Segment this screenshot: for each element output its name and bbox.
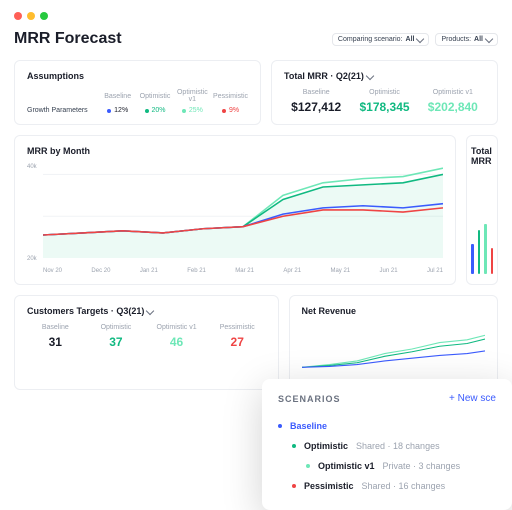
col-optimistic: Optimistic [88, 324, 145, 331]
card-title: MRR by Month [27, 146, 443, 156]
scenario-item[interactable]: Optimistic v1 Private · 3 changes [306, 456, 496, 476]
comparing-scenario-select[interactable]: Comparing scenario: All [332, 33, 430, 46]
close-dot[interactable] [14, 12, 22, 20]
scenario-meta: Private · 3 changes [383, 461, 461, 471]
y-tick: 20k [27, 256, 41, 262]
scenario-meta: Shared · 16 changes [362, 481, 446, 491]
bar-optimistic-v1 [484, 224, 487, 274]
customers-card: Customers Targets · Q3(21) Baseline Opti… [14, 295, 279, 390]
bar-baseline [471, 244, 474, 274]
val-baseline: 12% [114, 107, 128, 114]
comparing-label: Comparing scenario: [338, 36, 403, 43]
val-optimistic: 37 [88, 335, 145, 349]
chevron-down-icon [416, 35, 424, 43]
products-label: Products: [441, 36, 471, 43]
x-tick: Jul 21 [427, 268, 443, 274]
scenario-meta: Shared · 18 changes [356, 441, 440, 451]
val-baseline: 31 [27, 335, 84, 349]
card-title: Assumptions [27, 71, 248, 81]
bar-optimistic [478, 230, 481, 274]
scenario-name: Baseline [290, 421, 327, 431]
scenario-item[interactable]: Baseline [278, 416, 496, 436]
popup-title: Scenarios [278, 394, 341, 404]
col-optimistic: Optimistic [352, 89, 416, 96]
mrr-line-chart: 40k 20k Nov 20 Dec 20 Jan 21 Feb 21 [27, 164, 443, 274]
comparing-value: All [406, 36, 415, 43]
col-optimistic-v1: Optimistic v1 [421, 89, 485, 96]
val-optimistic-v1: 25% [189, 107, 203, 114]
val-pessimistic: 9% [229, 107, 239, 114]
new-scenario-button[interactable]: + New sce [449, 393, 496, 404]
val-baseline: $127,412 [284, 100, 348, 114]
chevron-down-icon [366, 72, 374, 80]
products-value: All [474, 36, 483, 43]
dot-icon [306, 464, 310, 468]
net-revenue-chart [302, 324, 485, 374]
col-optimistic: Optimistic [138, 93, 171, 100]
max-dot[interactable] [40, 12, 48, 20]
total-mrr-card: Total MRR · Q2(21) Baseline Optimistic O… [271, 60, 498, 125]
scenario-item[interactable]: Pessimistic Shared · 16 changes [292, 476, 496, 496]
val-optimistic-v1: 46 [148, 335, 205, 349]
col-baseline: Baseline [101, 93, 134, 100]
dot-icon [222, 109, 226, 113]
mrr-by-month-card: MRR by Month 40k 20k Nov 20 Dec [14, 135, 456, 285]
val-pessimistic: 27 [209, 335, 266, 349]
row-growth-params: Growth Parameters [27, 107, 97, 114]
dot-icon [145, 109, 149, 113]
card-title: Total MRR [471, 146, 493, 166]
chevron-down-icon [146, 307, 154, 315]
dot-icon [292, 444, 296, 448]
card-title[interactable]: Total MRR · Q2(21) [284, 71, 485, 81]
card-title[interactable]: Customers Targets · Q3(21) [27, 306, 266, 316]
dot-icon [182, 109, 186, 113]
x-tick: Apr 21 [283, 268, 301, 274]
scenario-name: Optimistic v1 [318, 461, 375, 471]
card-title: Net Revenue [302, 306, 485, 316]
products-select[interactable]: Products: All [435, 33, 498, 46]
y-tick: 40k [27, 164, 41, 170]
col-pessimistic: Pessimistic [213, 93, 248, 100]
val-optimistic: $178,345 [352, 100, 416, 114]
col-optimistic-v1: Optimistic v1 [176, 89, 209, 103]
dot-icon [278, 424, 282, 428]
x-tick: Dec 20 [91, 268, 110, 274]
col-optimistic-v1: Optimistic v1 [148, 324, 205, 331]
x-tick: Nov 20 [43, 268, 62, 274]
total-mrr-side-card: Total MRR [466, 135, 498, 285]
net-revenue-card: Net Revenue [289, 295, 498, 390]
dot-icon [292, 484, 296, 488]
chevron-down-icon [485, 35, 493, 43]
x-tick: Mar 21 [235, 268, 254, 274]
dot-icon [107, 109, 111, 113]
x-tick: Jan 21 [140, 268, 158, 274]
col-pessimistic: Pessimistic [209, 324, 266, 331]
page-title: MRR Forecast [14, 30, 122, 48]
val-optimistic: 20% [152, 107, 166, 114]
min-dot[interactable] [27, 12, 35, 20]
scenarios-popup: Scenarios + New sce Baseline Optimistic S… [262, 379, 512, 510]
scenario-name: Optimistic [304, 441, 348, 451]
col-baseline: Baseline [284, 89, 348, 96]
col-baseline: Baseline [27, 324, 84, 331]
val-optimistic-v1: $202,840 [421, 100, 485, 114]
scenario-item[interactable]: Optimistic Shared · 18 changes [292, 436, 496, 456]
x-tick: May 21 [330, 268, 350, 274]
bar-pessimistic [491, 248, 494, 274]
window-controls [14, 8, 498, 30]
assumptions-card: Assumptions Baseline Optimistic Optimist… [14, 60, 261, 125]
x-tick: Jun 21 [380, 268, 398, 274]
x-tick: Feb 21 [187, 268, 206, 274]
scenario-name: Pessimistic [304, 481, 354, 491]
